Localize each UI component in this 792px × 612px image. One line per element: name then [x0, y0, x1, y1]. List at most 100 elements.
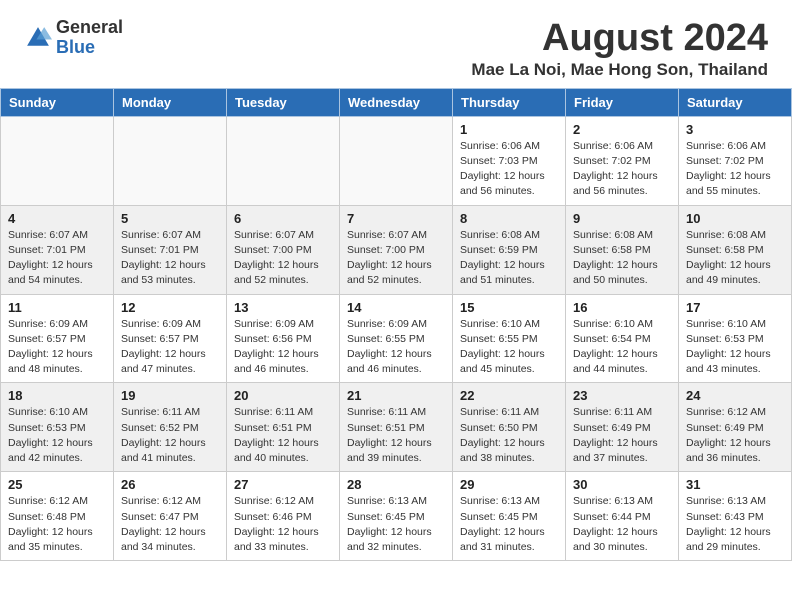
day-number: 14 [347, 300, 445, 315]
calendar-cell: 19Sunrise: 6:11 AM Sunset: 6:52 PM Dayli… [114, 383, 227, 472]
weekday-header-tuesday: Tuesday [227, 88, 340, 116]
day-number: 3 [686, 122, 784, 137]
calendar-cell: 13 Sunrise: 6:09 AM Sunset: 6:56 PM Dayli… [227, 294, 340, 383]
day-number: 18 [8, 388, 106, 403]
calendar-cell: 4Sunrise: 6:07 AM Sunset: 7:01 PM Daylig… [1, 205, 114, 294]
day-number: 11 [8, 300, 106, 315]
calendar-cell [340, 116, 453, 205]
day-number: 1 [460, 122, 558, 137]
logo-general-label: General [56, 18, 123, 38]
day-info: Sunrise: 6:12 AM Sunset: 6:48 PM Dayligh… [8, 494, 106, 555]
day-number: 19 [121, 388, 219, 403]
calendar-cell: 26Sunrise: 6:12 AM Sunset: 6:47 PM Dayli… [114, 472, 227, 561]
calendar-cell: 24Sunrise: 6:12 AM Sunset: 6:49 PM Dayli… [679, 383, 792, 472]
calendar-cell: 1 Sunrise: 6:06 AM Sunset: 7:03 PM Daylig… [453, 116, 566, 205]
day-number: 22 [460, 388, 558, 403]
calendar-week-2: 4 Sunrise: 6:07 AM Sunset: 7:01 PM Daylig… [1, 205, 792, 294]
day-number: 31 [686, 477, 784, 492]
day-info: Sunrise: 6:11 AM Sunset: 6:51 PM Dayligh… [347, 405, 445, 466]
day-info: Sunrise: 6:06 AM Sunset: 7:03 PM Dayligh… [460, 139, 558, 200]
day-number: 23 [573, 388, 671, 403]
weekday-header-wednesday: Wednesday [340, 88, 453, 116]
day-info: Sunrise: 6:10 AM Sunset: 6:53 PM Dayligh… [686, 317, 784, 378]
day-info: Sunrise: 6:09 AM Sunset: 6:56 PM Dayligh… [234, 317, 332, 378]
day-number: 5 [121, 211, 219, 226]
day-info: Sunrise: 6:07 AM Sunset: 7:01 PM Dayligh… [121, 228, 219, 289]
calendar-week-1: 1 Sunrise: 6:06 AM Sunset: 7:03 PM Daylig… [1, 116, 792, 205]
weekday-header-thursday: Thursday [453, 88, 566, 116]
logo-blue-label: Blue [56, 38, 123, 58]
calendar-cell: 17 Sunrise: 6:10 AM Sunset: 6:53 PM Dayli… [679, 294, 792, 383]
day-number: 21 [347, 388, 445, 403]
calendar-body: 1 Sunrise: 6:06 AM Sunset: 7:03 PM Daylig… [1, 116, 792, 560]
weekday-header-monday: Monday [114, 88, 227, 116]
calendar-header: SundayMondayTuesdayWednesdayThursdayFrid… [1, 88, 792, 116]
calendar-cell [114, 116, 227, 205]
weekday-header-friday: Friday [566, 88, 679, 116]
calendar-cell: 9 Sunrise: 6:08 AM Sunset: 6:58 PM Daylig… [566, 205, 679, 294]
calendar-cell: 18 Sunrise: 6:10 AM Sunset: 6:53 PM Dayli… [1, 383, 114, 472]
calendar-week-3: 11 Sunrise: 6:09 AM Sunset: 6:57 PM Dayli… [1, 294, 792, 383]
day-info: Sunrise: 6:11 AM Sunset: 6:51 PM Dayligh… [234, 405, 332, 466]
day-info: Sunrise: 6:09 AM Sunset: 6:57 PM Dayligh… [121, 317, 219, 378]
day-info: Sunrise: 6:06 AM Sunset: 7:02 PM Dayligh… [686, 139, 784, 200]
day-info: Sunrise: 6:10 AM Sunset: 6:53 PM Dayligh… [8, 405, 106, 466]
day-number: 27 [234, 477, 332, 492]
day-number: 30 [573, 477, 671, 492]
logo-text: General Blue [56, 18, 123, 58]
day-number: 20 [234, 388, 332, 403]
calendar-cell: 31 Sunrise: 6:13 AM Sunset: 6:43 PM Dayli… [679, 472, 792, 561]
day-info: Sunrise: 6:11 AM Sunset: 6:50 PM Dayligh… [460, 405, 558, 466]
calendar-cell: 8Sunrise: 6:08 AM Sunset: 6:59 PM Daylig… [453, 205, 566, 294]
calendar-cell: 30 Sunrise: 6:13 AM Sunset: 6:44 PM Dayli… [566, 472, 679, 561]
day-info: Sunrise: 6:08 AM Sunset: 6:59 PM Dayligh… [460, 228, 558, 289]
day-info: Sunrise: 6:09 AM Sunset: 6:55 PM Dayligh… [347, 317, 445, 378]
day-number: 29 [460, 477, 558, 492]
day-info: Sunrise: 6:10 AM Sunset: 6:54 PM Dayligh… [573, 317, 671, 378]
day-number: 12 [121, 300, 219, 315]
day-info: Sunrise: 6:09 AM Sunset: 6:57 PM Dayligh… [8, 317, 106, 378]
calendar-cell: 7 Sunrise: 6:07 AM Sunset: 7:00 PM Daylig… [340, 205, 453, 294]
calendar-cell: 20 Sunrise: 6:11 AM Sunset: 6:51 PM Dayli… [227, 383, 340, 472]
day-number: 2 [573, 122, 671, 137]
calendar-cell: 5 Sunrise: 6:07 AM Sunset: 7:01 PM Daylig… [114, 205, 227, 294]
day-info: Sunrise: 6:07 AM Sunset: 7:00 PM Dayligh… [347, 228, 445, 289]
subtitle: Mae La Noi, Mae Hong Son, Thailand [471, 60, 768, 80]
page-header: General Blue August 2024 Mae La Noi, Mae… [0, 0, 792, 88]
calendar-cell: 6Sunrise: 6:07 AM Sunset: 7:00 PM Daylig… [227, 205, 340, 294]
calendar-cell: 10 Sunrise: 6:08 AM Sunset: 6:58 PM Dayli… [679, 205, 792, 294]
day-number: 16 [573, 300, 671, 315]
day-info: Sunrise: 6:13 AM Sunset: 6:45 PM Dayligh… [460, 494, 558, 555]
day-info: Sunrise: 6:13 AM Sunset: 6:43 PM Dayligh… [686, 494, 784, 555]
day-info: Sunrise: 6:06 AM Sunset: 7:02 PM Dayligh… [573, 139, 671, 200]
calendar-cell: 16 Sunrise: 6:10 AM Sunset: 6:54 PM Dayli… [566, 294, 679, 383]
day-number: 9 [573, 211, 671, 226]
calendar-cell: 21 Sunrise: 6:11 AM Sunset: 6:51 PM Dayli… [340, 383, 453, 472]
title-block: August 2024 Mae La Noi, Mae Hong Son, Th… [471, 18, 768, 80]
day-number: 7 [347, 211, 445, 226]
calendar-week-4: 18 Sunrise: 6:10 AM Sunset: 6:53 PM Dayli… [1, 383, 792, 472]
calendar-cell: 27Sunrise: 6:12 AM Sunset: 6:46 PM Dayli… [227, 472, 340, 561]
calendar-cell: 11 Sunrise: 6:09 AM Sunset: 6:57 PM Dayli… [1, 294, 114, 383]
logo-icon [24, 24, 52, 52]
calendar-cell: 25 Sunrise: 6:12 AM Sunset: 6:48 PM Dayli… [1, 472, 114, 561]
day-number: 17 [686, 300, 784, 315]
calendar-cell: 3 Sunrise: 6:06 AM Sunset: 7:02 PM Daylig… [679, 116, 792, 205]
day-number: 13 [234, 300, 332, 315]
day-info: Sunrise: 6:11 AM Sunset: 6:49 PM Dayligh… [573, 405, 671, 466]
day-number: 10 [686, 211, 784, 226]
weekday-row: SundayMondayTuesdayWednesdayThursdayFrid… [1, 88, 792, 116]
main-title: August 2024 [471, 18, 768, 60]
day-number: 25 [8, 477, 106, 492]
day-info: Sunrise: 6:13 AM Sunset: 6:45 PM Dayligh… [347, 494, 445, 555]
calendar-cell: 12 Sunrise: 6:09 AM Sunset: 6:57 PM Dayli… [114, 294, 227, 383]
day-info: Sunrise: 6:13 AM Sunset: 6:44 PM Dayligh… [573, 494, 671, 555]
calendar-cell: 23 Sunrise: 6:11 AM Sunset: 6:49 PM Dayli… [566, 383, 679, 472]
day-info: Sunrise: 6:08 AM Sunset: 6:58 PM Dayligh… [686, 228, 784, 289]
day-info: Sunrise: 6:08 AM Sunset: 6:58 PM Dayligh… [573, 228, 671, 289]
calendar-week-5: 25 Sunrise: 6:12 AM Sunset: 6:48 PM Dayli… [1, 472, 792, 561]
calendar-cell: 29 Sunrise: 6:13 AM Sunset: 6:45 PM Dayli… [453, 472, 566, 561]
calendar-cell [1, 116, 114, 205]
day-number: 4 [8, 211, 106, 226]
weekday-header-saturday: Saturday [679, 88, 792, 116]
